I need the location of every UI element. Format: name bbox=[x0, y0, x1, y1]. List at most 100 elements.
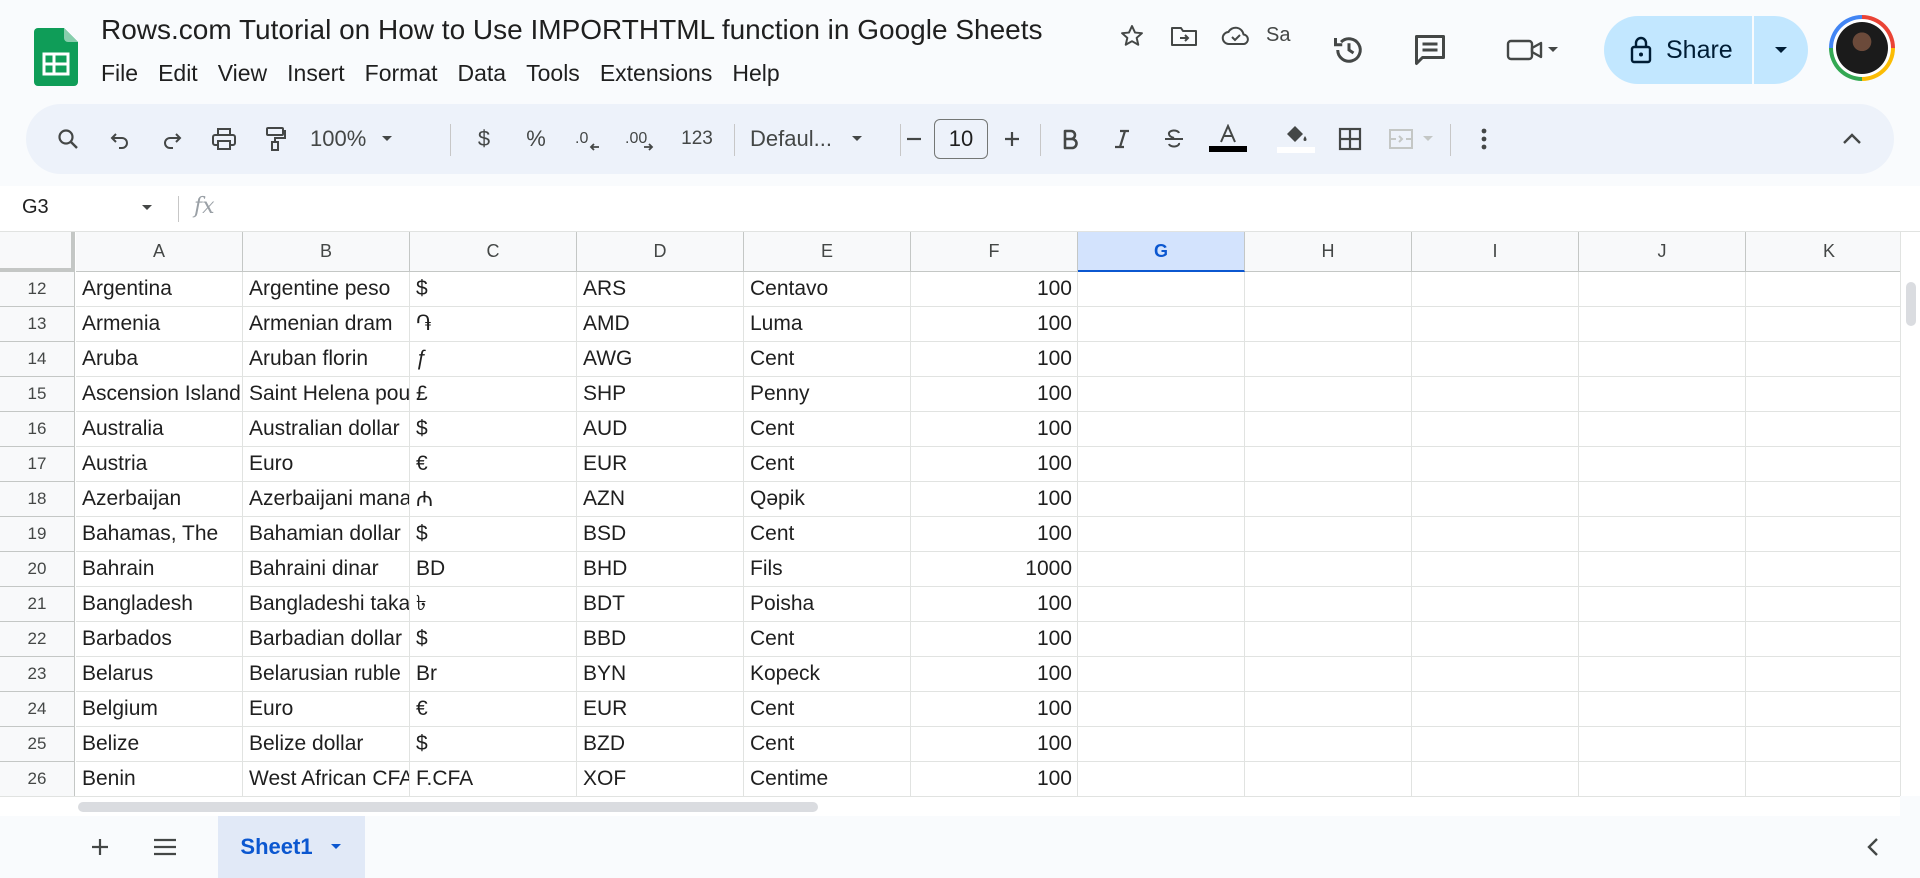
menu-data[interactable]: Data bbox=[448, 60, 517, 87]
cell-i21[interactable] bbox=[1412, 587, 1579, 622]
cell-h12[interactable] bbox=[1245, 272, 1412, 307]
font-size-input[interactable]: 10 bbox=[934, 119, 988, 159]
cell-i25[interactable] bbox=[1412, 727, 1579, 762]
decrease-decimal-icon[interactable]: .0 bbox=[566, 104, 610, 174]
column-header-c[interactable]: C bbox=[410, 232, 577, 272]
cell-b24[interactable]: Euro bbox=[243, 692, 410, 727]
cell-c23[interactable]: Br bbox=[410, 657, 577, 692]
cell-k23[interactable] bbox=[1746, 657, 1900, 692]
horizontal-scrollbar[interactable] bbox=[0, 796, 1900, 816]
cell-j14[interactable] bbox=[1579, 342, 1746, 377]
cell-a26[interactable]: Benin bbox=[76, 762, 243, 796]
cell-k15[interactable] bbox=[1746, 377, 1900, 412]
cell-h16[interactable] bbox=[1245, 412, 1412, 447]
star-icon[interactable] bbox=[1116, 20, 1148, 52]
cell-d13[interactable]: AMD bbox=[577, 307, 744, 342]
fill-color-icon[interactable] bbox=[1274, 104, 1318, 174]
cell-e18[interactable]: Qəpik bbox=[744, 482, 911, 517]
cell-g24[interactable] bbox=[1078, 692, 1245, 727]
cell-g16[interactable] bbox=[1078, 412, 1245, 447]
cell-b18[interactable]: Azerbaijani manat bbox=[243, 482, 410, 517]
cell-e25[interactable]: Cent bbox=[744, 727, 911, 762]
cell-b26[interactable]: West African CFA franc bbox=[243, 762, 410, 796]
cell-b13[interactable]: Armenian dram bbox=[243, 307, 410, 342]
cell-f22[interactable]: 100 bbox=[911, 622, 1078, 657]
cell-a22[interactable]: Barbados bbox=[76, 622, 243, 657]
row-header[interactable]: 26 bbox=[0, 762, 75, 796]
cell-k16[interactable] bbox=[1746, 412, 1900, 447]
cell-d15[interactable]: SHP bbox=[577, 377, 744, 412]
cell-h20[interactable] bbox=[1245, 552, 1412, 587]
decrease-font-size-icon[interactable] bbox=[894, 104, 934, 174]
cell-j17[interactable] bbox=[1579, 447, 1746, 482]
row-header[interactable]: 25 bbox=[0, 727, 75, 762]
cell-d20[interactable]: BHD bbox=[577, 552, 744, 587]
cell-d14[interactable]: AWG bbox=[577, 342, 744, 377]
chevron-down-icon[interactable] bbox=[140, 200, 154, 218]
cell-b19[interactable]: Bahamian dollar bbox=[243, 517, 410, 552]
share-main[interactable]: Share bbox=[1604, 16, 1754, 84]
move-folder-icon[interactable] bbox=[1168, 20, 1200, 52]
cell-c25[interactable]: $ bbox=[410, 727, 577, 762]
sheets-logo-icon[interactable] bbox=[34, 28, 78, 86]
cell-j26[interactable] bbox=[1579, 762, 1746, 796]
cell-c17[interactable]: € bbox=[410, 447, 577, 482]
increase-font-size-icon[interactable] bbox=[992, 104, 1032, 174]
cell-h13[interactable] bbox=[1245, 307, 1412, 342]
cell-h15[interactable] bbox=[1245, 377, 1412, 412]
row-header[interactable]: 24 bbox=[0, 692, 75, 727]
row-header[interactable]: 19 bbox=[0, 517, 75, 552]
currency-format-button[interactable]: $ bbox=[462, 104, 506, 174]
cell-a23[interactable]: Belarus bbox=[76, 657, 243, 692]
cell-e26[interactable]: Centime bbox=[744, 762, 911, 796]
menu-edit[interactable]: Edit bbox=[148, 60, 208, 87]
cell-f18[interactable]: 100 bbox=[911, 482, 1078, 517]
cell-e20[interactable]: Fils bbox=[744, 552, 911, 587]
cell-k26[interactable] bbox=[1746, 762, 1900, 796]
cell-c20[interactable]: BD bbox=[410, 552, 577, 587]
cell-j18[interactable] bbox=[1579, 482, 1746, 517]
cell-j20[interactable] bbox=[1579, 552, 1746, 587]
cell-f24[interactable]: 100 bbox=[911, 692, 1078, 727]
cell-j25[interactable] bbox=[1579, 727, 1746, 762]
cell-d19[interactable]: BSD bbox=[577, 517, 744, 552]
scroll-thumb[interactable] bbox=[78, 802, 818, 812]
cell-f23[interactable]: 100 bbox=[911, 657, 1078, 692]
cell-j21[interactable] bbox=[1579, 587, 1746, 622]
cell-i26[interactable] bbox=[1412, 762, 1579, 796]
cell-e21[interactable]: Poisha bbox=[744, 587, 911, 622]
cell-h17[interactable] bbox=[1245, 447, 1412, 482]
row-header[interactable]: 12 bbox=[0, 272, 75, 307]
cell-a21[interactable]: Bangladesh bbox=[76, 587, 243, 622]
cell-b25[interactable]: Belize dollar bbox=[243, 727, 410, 762]
cell-f21[interactable]: 100 bbox=[911, 587, 1078, 622]
cell-i22[interactable] bbox=[1412, 622, 1579, 657]
cell-k17[interactable] bbox=[1746, 447, 1900, 482]
menu-help[interactable]: Help bbox=[722, 60, 789, 87]
cell-e22[interactable]: Cent bbox=[744, 622, 911, 657]
row-header[interactable]: 20 bbox=[0, 552, 75, 587]
cell-f13[interactable]: 100 bbox=[911, 307, 1078, 342]
cell-b12[interactable]: Argentine peso bbox=[243, 272, 410, 307]
row-header[interactable]: 22 bbox=[0, 622, 75, 657]
column-header-i[interactable]: I bbox=[1412, 232, 1579, 272]
cell-h23[interactable] bbox=[1245, 657, 1412, 692]
select-all-corner[interactable] bbox=[0, 232, 75, 272]
cell-i24[interactable] bbox=[1412, 692, 1579, 727]
cell-c22[interactable]: $ bbox=[410, 622, 577, 657]
cell-d24[interactable]: EUR bbox=[577, 692, 744, 727]
column-header-k[interactable]: K bbox=[1746, 232, 1900, 272]
row-header[interactable]: 17 bbox=[0, 447, 75, 482]
cell-k24[interactable] bbox=[1746, 692, 1900, 727]
row-header[interactable]: 16 bbox=[0, 412, 75, 447]
cell-f12[interactable]: 100 bbox=[911, 272, 1078, 307]
cell-c24[interactable]: € bbox=[410, 692, 577, 727]
cell-b14[interactable]: Aruban florin bbox=[243, 342, 410, 377]
cell-f20[interactable]: 1000 bbox=[911, 552, 1078, 587]
collapse-menus-icon[interactable] bbox=[1832, 104, 1872, 174]
avatar[interactable] bbox=[1829, 15, 1895, 81]
cell-f14[interactable]: 100 bbox=[911, 342, 1078, 377]
cell-g25[interactable] bbox=[1078, 727, 1245, 762]
row-header[interactable]: 14 bbox=[0, 342, 75, 377]
meet-button[interactable] bbox=[1498, 28, 1568, 72]
